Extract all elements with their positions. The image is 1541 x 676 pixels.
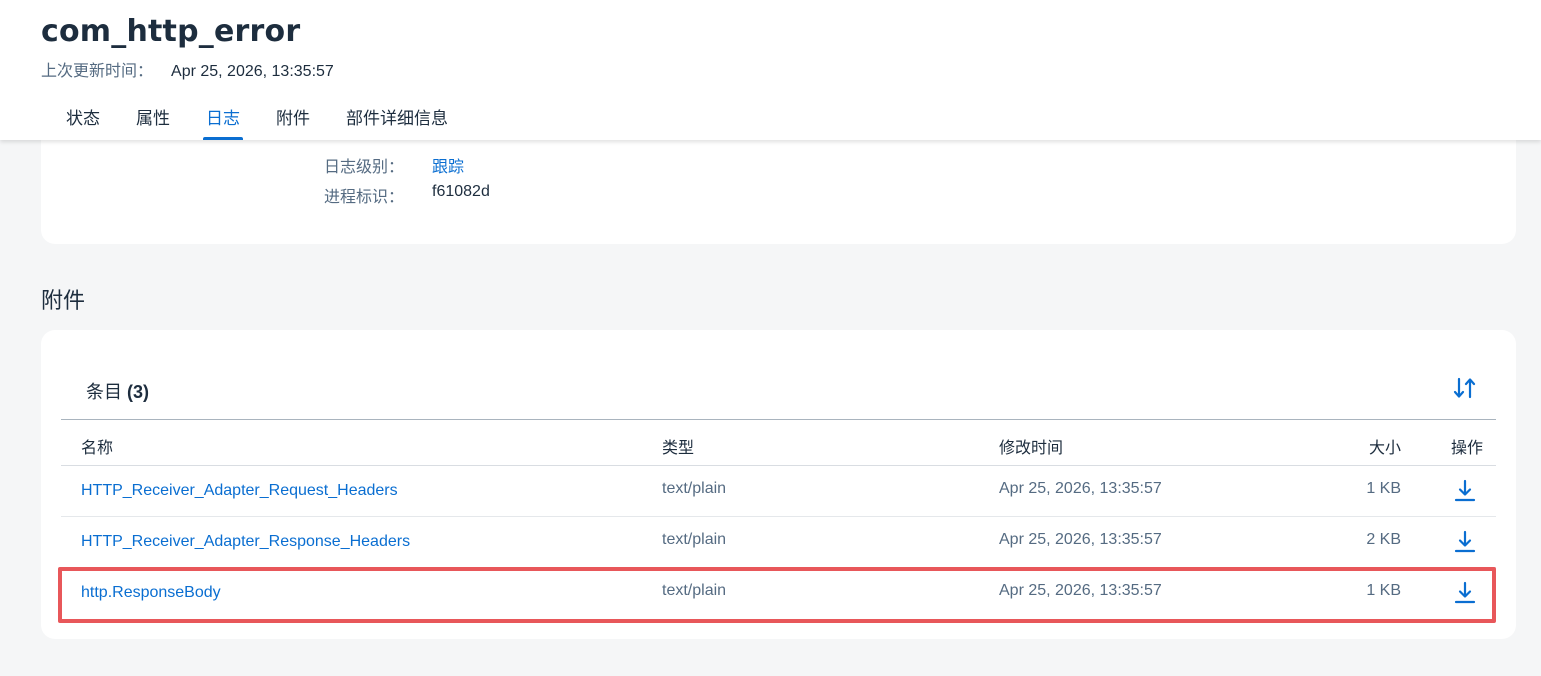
download-icon <box>1454 530 1476 553</box>
object-page-header: com_http_error 上次更新时间： Apr 25, 2026, 13:3… <box>0 0 1541 140</box>
attachment-size: 1 KB <box>1366 480 1401 497</box>
download-icon <box>1454 479 1476 502</box>
items-count: (3) <box>127 382 150 402</box>
last-updated-label: 上次更新时间： <box>41 63 154 80</box>
column-header-name[interactable]: 名称 <box>81 434 113 458</box>
log-level-value[interactable]: 跟踪 <box>432 153 464 177</box>
column-header-size[interactable]: 大小 <box>1369 434 1401 458</box>
tab-properties[interactable]: 属性 <box>118 100 188 140</box>
table-header: 名称 类型 修改时间 大小 操作 <box>61 419 1496 466</box>
items-label: 条目 <box>86 382 122 402</box>
attachment-size: 2 KB <box>1366 531 1401 548</box>
process-id-label: 进程标识： <box>324 189 405 206</box>
attachment-modified: Apr 25, 2026, 13:35:57 <box>999 480 1162 497</box>
table-row: http.ResponseBody text/plain Apr 25, 202… <box>61 568 1496 619</box>
attachment-name-link[interactable]: http.ResponseBody <box>81 584 221 602</box>
log-level-label: 日志级别： <box>324 159 405 176</box>
download-icon <box>1454 581 1476 604</box>
tab-status[interactable]: 状态 <box>48 100 118 140</box>
sort-button[interactable] <box>1451 374 1479 402</box>
last-updated: 上次更新时间： Apr 25, 2026, 13:35:57 <box>41 57 334 81</box>
tab-attachments[interactable]: 附件 <box>258 100 328 140</box>
sort-icon <box>1453 377 1476 399</box>
attachments-table: 名称 类型 修改时间 大小 操作 HTTP_Receiver_Adapter_R… <box>61 419 1496 619</box>
tab-log[interactable]: 日志 <box>188 100 258 140</box>
download-button[interactable] <box>1453 479 1477 503</box>
table-toolbar-title: 条目 (3) <box>86 378 149 404</box>
tab-bar: 状态 属性 日志 附件 部件详细信息 <box>48 100 466 140</box>
attachment-modified: Apr 25, 2026, 13:35:57 <box>999 531 1162 548</box>
table-row: HTTP_Receiver_Adapter_Request_Headers te… <box>61 466 1496 517</box>
last-updated-value: Apr 25, 2026, 13:35:57 <box>171 63 334 80</box>
attachment-name-link[interactable]: HTTP_Receiver_Adapter_Response_Headers <box>81 533 410 551</box>
column-header-modified[interactable]: 修改时间 <box>999 434 1063 458</box>
process-id-value: f61082d <box>432 183 490 200</box>
attachment-type: text/plain <box>662 480 727 497</box>
column-header-actions: 操作 <box>1451 440 1484 457</box>
attachments-section-title: 附件 <box>41 288 86 313</box>
table-row: HTTP_Receiver_Adapter_Response_Headers t… <box>61 517 1496 568</box>
download-button[interactable] <box>1453 530 1477 554</box>
attachment-name-link[interactable]: HTTP_Receiver_Adapter_Request_Headers <box>81 482 398 500</box>
attachments-card: 条目 (3) 名称 类型 修改时间 大小 操作 HTTP_Receiver_Ad… <box>41 330 1516 639</box>
attachment-type: text/plain <box>662 531 727 548</box>
tab-component-details[interactable]: 部件详细信息 <box>328 100 466 140</box>
page-title: com_http_error <box>41 14 301 49</box>
attachment-modified: Apr 25, 2026, 13:35:57 <box>999 582 1162 599</box>
attachment-type: text/plain <box>662 582 727 599</box>
attachment-size: 1 KB <box>1366 582 1401 599</box>
column-header-type[interactable]: 类型 <box>662 434 694 458</box>
download-button[interactable] <box>1453 581 1477 605</box>
